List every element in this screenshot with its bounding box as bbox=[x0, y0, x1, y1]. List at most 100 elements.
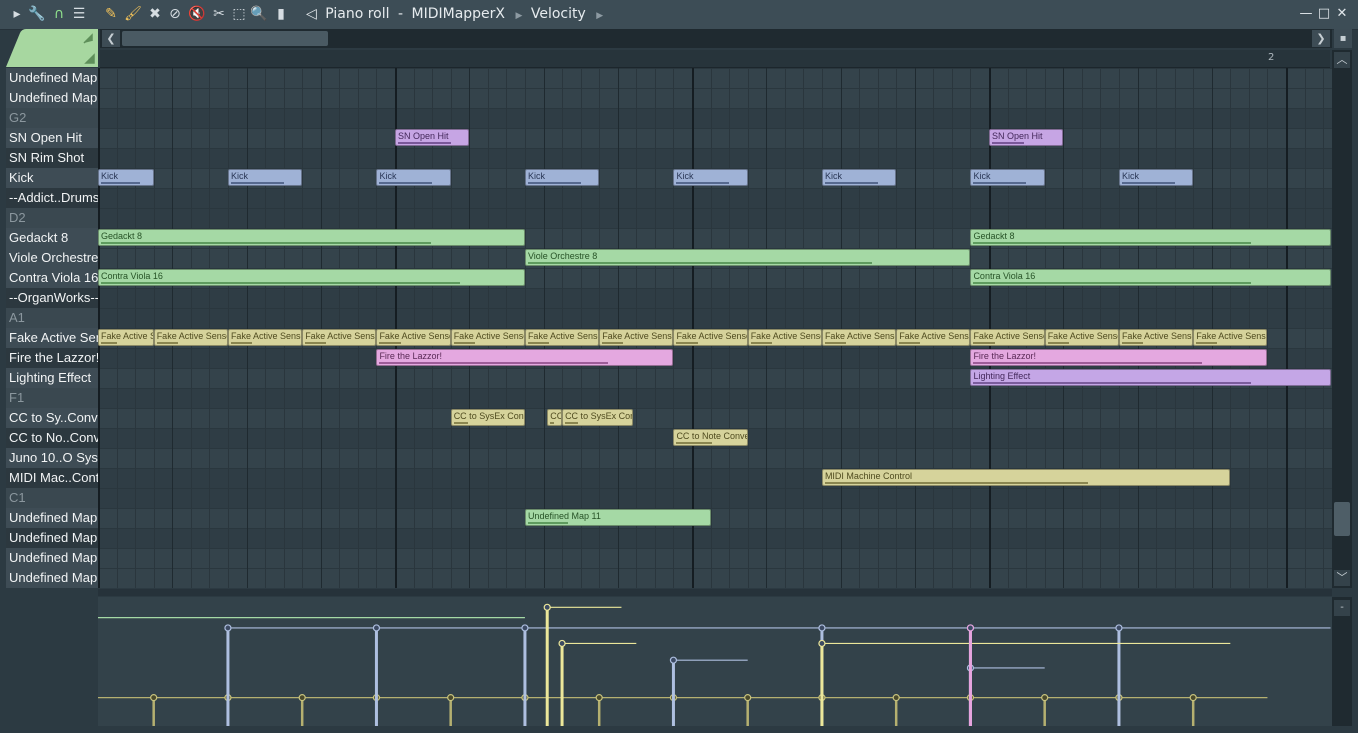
piano-key[interactable]: SN Rim Shot bbox=[6, 148, 98, 168]
piano-key[interactable]: Undefined Map 10 bbox=[6, 528, 98, 548]
select-icon[interactable]: ⬚ bbox=[230, 5, 248, 23]
note-block[interactable]: Kick bbox=[673, 169, 748, 186]
playback-icon[interactable]: ▮ bbox=[272, 5, 290, 23]
note-block[interactable]: Fire the Lazzor! bbox=[376, 349, 674, 366]
piano-key[interactable]: Kick bbox=[6, 168, 98, 188]
window-title[interactable]: ◁ Piano roll - MIDIMapperX ▶ Velocity ▶ bbox=[306, 5, 607, 23]
piano-key[interactable]: Fake Active Sense bbox=[6, 328, 98, 348]
scroll-left-icon[interactable]: ❮ bbox=[102, 30, 120, 47]
piano-key[interactable]: A1 bbox=[6, 308, 98, 328]
piano-key[interactable]: CC to Sy..Convert bbox=[6, 408, 98, 428]
velocity-panel[interactable] bbox=[98, 597, 1332, 726]
note-block[interactable]: Gedackt 8 bbox=[98, 229, 525, 246]
panel-splitter[interactable] bbox=[98, 589, 1332, 596]
note-block[interactable]: Kick bbox=[970, 169, 1045, 186]
zoom-icon[interactable]: 🔍 bbox=[250, 5, 268, 23]
note-block[interactable]: Fake Active Sense bbox=[153, 329, 228, 346]
piano-key[interactable]: F1 bbox=[6, 388, 98, 408]
note-block[interactable]: CC bbox=[547, 409, 563, 426]
note-block[interactable]: Fake Active Sense bbox=[821, 329, 897, 346]
vertical-scroll-thumb[interactable] bbox=[1334, 502, 1350, 536]
piano-key[interactable]: MIDI Mac..Control bbox=[6, 468, 98, 488]
horizontal-scroll-thumb[interactable] bbox=[122, 31, 328, 46]
note-block[interactable]: Kick bbox=[1118, 169, 1194, 186]
note-block[interactable]: Fake Active Sense bbox=[227, 329, 303, 346]
piano-key[interactable]: G2 bbox=[6, 108, 98, 128]
piano-key[interactable]: Viole Orchestre 8 bbox=[6, 248, 98, 268]
magnet-icon[interactable]: ∩ bbox=[50, 5, 68, 23]
wrench-icon[interactable]: 🔧 bbox=[28, 5, 46, 23]
note-block[interactable]: Gedackt 8 bbox=[970, 229, 1331, 246]
scroll-up-icon[interactable]: ︿ bbox=[1334, 52, 1350, 68]
note-block[interactable]: Kick bbox=[98, 169, 154, 186]
piano-key[interactable]: Fire the Lazzor! bbox=[6, 348, 98, 368]
piano-key[interactable]: SN Open Hit bbox=[6, 128, 98, 148]
piano-key[interactable]: Undefined Map 33 bbox=[6, 68, 98, 88]
menu-list-icon[interactable]: ☰ bbox=[70, 5, 88, 23]
piano-key[interactable]: D2 bbox=[6, 208, 98, 228]
piano-key[interactable]: Undefined Map 11 bbox=[6, 508, 98, 528]
note-block[interactable]: Kick bbox=[376, 169, 451, 186]
piano-key[interactable]: --Addict..Drums-- bbox=[6, 188, 98, 208]
velocity-menu-icon[interactable]: - bbox=[1334, 600, 1350, 616]
note-block[interactable]: Fake Active Sense bbox=[896, 329, 971, 346]
piano-key[interactable]: C1 bbox=[6, 488, 98, 508]
note-block[interactable]: Undefined Map 11 bbox=[524, 509, 711, 526]
note-block[interactable]: Fake Active Sense bbox=[599, 329, 674, 346]
note-block[interactable]: Fake Active S. bbox=[98, 329, 154, 346]
note-block[interactable]: CC to Note Convert bbox=[673, 429, 748, 446]
piano-key[interactable]: Contra Viola 16 bbox=[6, 268, 98, 288]
note-block[interactable]: Fire the Lazzor! bbox=[970, 349, 1268, 366]
speaker-mute-icon[interactable]: 🔇 bbox=[188, 5, 206, 23]
minimize-button[interactable]: — bbox=[1298, 6, 1314, 22]
note-block[interactable]: Lighting Effect bbox=[970, 369, 1331, 386]
mute-circle-icon[interactable]: ⊘ bbox=[166, 5, 184, 23]
note-block[interactable]: Fake Active Sense bbox=[1193, 329, 1268, 346]
piano-key[interactable]: Undefined Map 32 bbox=[6, 88, 98, 108]
note-block[interactable]: Kick bbox=[524, 169, 600, 186]
slice-icon[interactable]: ✂ bbox=[210, 5, 228, 23]
note-block[interactable]: Viole Orchestre 8 bbox=[524, 249, 971, 266]
note-block[interactable]: Kick bbox=[227, 169, 303, 186]
paint-brush-icon[interactable]: 🖌 bbox=[124, 5, 142, 23]
piano-key[interactable]: Undefined Map 9 bbox=[6, 548, 98, 568]
note-block[interactable]: Fake Active Sense bbox=[673, 329, 748, 346]
note-grid[interactable]: SN Open Hit SN Open Hit Kick Kick Kick Kick Ki… bbox=[98, 68, 1332, 588]
pencil-icon[interactable]: ✎ bbox=[102, 5, 120, 23]
piano-key[interactable]: Gedackt 8 bbox=[6, 228, 98, 248]
note-block[interactable]: CC to SysEx Conv. bbox=[562, 409, 633, 426]
title-part-3[interactable]: Velocity bbox=[531, 6, 586, 22]
note-block[interactable]: Fake Active Sense bbox=[450, 329, 525, 346]
note-block[interactable]: Fake Active Sense bbox=[1044, 329, 1119, 346]
note-block[interactable]: SN Open Hit bbox=[989, 129, 1064, 146]
velocity-scrollbar[interactable]: - bbox=[1332, 597, 1352, 726]
piano-key[interactable]: Undefined Map 85 bbox=[6, 568, 98, 588]
note-preview-shape[interactable] bbox=[6, 29, 98, 67]
piano-key[interactable]: CC to No..Convert bbox=[6, 428, 98, 448]
menu-arrow-icon[interactable]: ▸ bbox=[8, 5, 26, 23]
note-block[interactable]: CC to SysEx Convert bbox=[450, 409, 525, 426]
note-block[interactable]: Fake Active Sense bbox=[376, 329, 451, 346]
note-block[interactable]: Fake Active Sense bbox=[302, 329, 377, 346]
note-block[interactable]: Fake Active Sense bbox=[970, 329, 1045, 346]
delete-brush-icon[interactable]: ✖ bbox=[146, 5, 164, 23]
note-block[interactable]: Kick bbox=[821, 169, 897, 186]
close-button[interactable]: ✕ bbox=[1334, 6, 1350, 22]
note-block[interactable]: Contra Viola 16 bbox=[970, 269, 1331, 286]
note-block[interactable]: Contra Viola 16 bbox=[98, 269, 525, 286]
timeline-ruler[interactable]: 2 bbox=[100, 50, 1330, 68]
vertical-scrollbar[interactable]: ︿ ﹀ bbox=[1332, 50, 1352, 588]
piano-key[interactable]: Juno 10..O SysEx bbox=[6, 448, 98, 468]
piano-key[interactable]: Lighting Effect bbox=[6, 368, 98, 388]
horizontal-scrollbar[interactable]: ❮ ❯ bbox=[100, 29, 1332, 48]
scroll-down-icon[interactable]: ﹀ bbox=[1334, 570, 1350, 586]
pin-icon[interactable]: ▪ bbox=[1334, 29, 1352, 48]
maximize-button[interactable]: □ bbox=[1316, 6, 1332, 22]
note-block[interactable]: Fake Active Sense bbox=[747, 329, 822, 346]
note-block[interactable]: Fake Active Sense bbox=[1118, 329, 1194, 346]
note-block[interactable]: SN Open Hit bbox=[395, 129, 470, 146]
piano-key[interactable]: --OrganWorks-- bbox=[6, 288, 98, 308]
note-block[interactable]: Fake Active Sense bbox=[524, 329, 600, 346]
note-block[interactable]: MIDI Machine Control bbox=[821, 469, 1231, 486]
scroll-right-icon[interactable]: ❯ bbox=[1312, 30, 1330, 47]
